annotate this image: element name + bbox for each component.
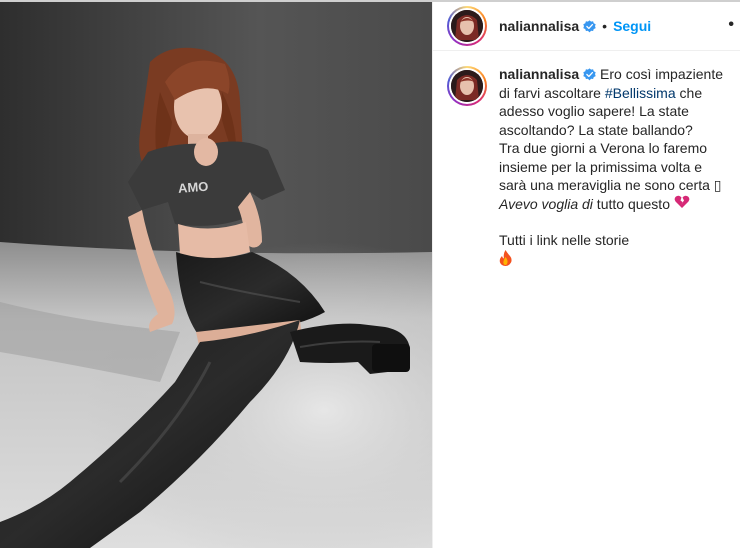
missing-glyph-box: ▯ <box>713 177 722 193</box>
caption-text: naliannalisa Ero così impaziente di farv… <box>499 65 726 270</box>
caption-username[interactable]: naliannalisa <box>499 66 579 82</box>
caption-verona: Tra due giorni a Verona lo faremo insiem… <box>499 140 714 193</box>
post-header: naliannalisa • Segui • <box>433 2 740 51</box>
profile-avatar[interactable] <box>447 6 487 46</box>
photo-illustration: AMO <box>0 2 432 548</box>
caption-italic: Avevo voglia di <box>499 195 593 212</box>
more-options-icon[interactable]: • <box>728 16 734 34</box>
broken-heart-icon <box>674 195 690 214</box>
avatar-photo <box>451 70 483 102</box>
post-side-panel: naliannalisa • Segui • naliannalisa Ero … <box>432 2 740 548</box>
hashtag-link[interactable]: #Bellissima <box>605 85 676 101</box>
header-username[interactable]: naliannalisa <box>499 18 579 34</box>
fire-icon <box>499 249 512 271</box>
header-separator: • <box>602 18 608 34</box>
verified-badge-icon <box>583 19 596 32</box>
follow-button[interactable]: Segui <box>613 18 651 34</box>
caption-links-line: Tutti i link nelle storie <box>499 232 630 248</box>
svg-text:AMO: AMO <box>178 179 209 196</box>
caption-comment: naliannalisa Ero così impaziente di farv… <box>433 51 740 270</box>
caption-avatar[interactable] <box>447 66 487 106</box>
avatar-photo <box>451 10 483 42</box>
post-photo[interactable]: AMO <box>0 2 432 548</box>
verified-badge-icon <box>583 68 596 81</box>
caption-tutto: tutto questo <box>592 195 674 212</box>
